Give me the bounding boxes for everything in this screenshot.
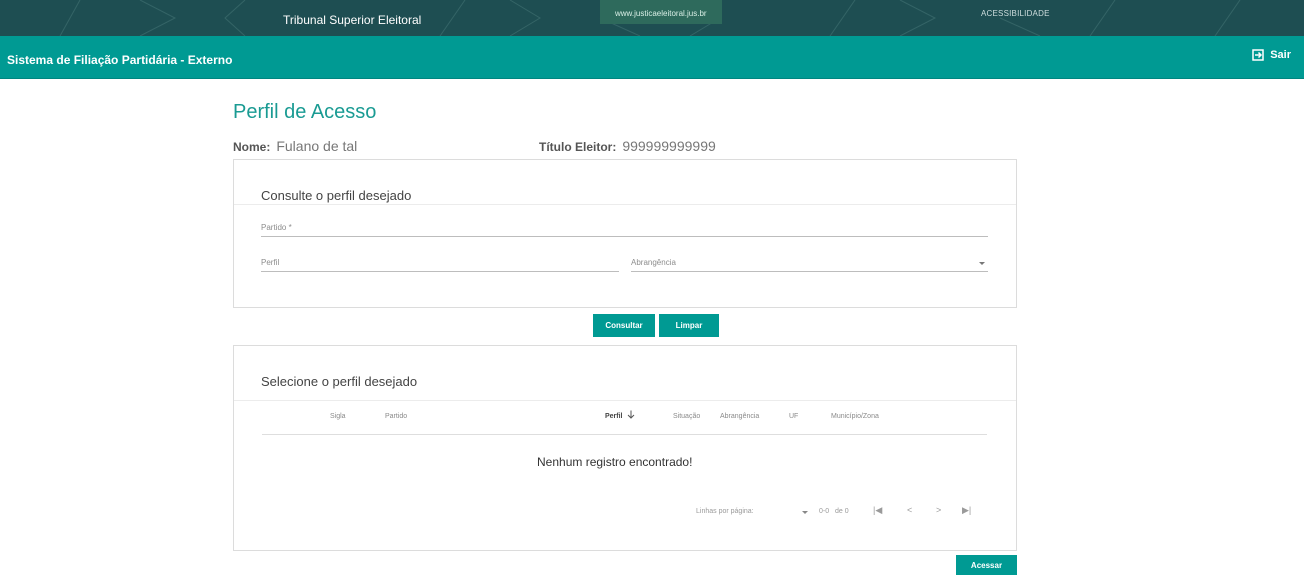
rows-per-page-select[interactable]	[802, 511, 808, 514]
user-name-row: Nome: Fulano de tal	[233, 138, 357, 154]
column-header-partido[interactable]: Partido	[385, 413, 407, 420]
results-card-divider	[234, 400, 1016, 401]
gov-title: Tribunal Superior Eleitoral	[283, 13, 422, 27]
app-header: Sistema de Filiação Partidária - Externo…	[0, 36, 1304, 79]
column-header-situacao[interactable]: Situação	[673, 413, 700, 420]
partido-label: Partido *	[261, 223, 292, 232]
perfil-label: Perfil	[261, 258, 280, 267]
justica-eleitoral-link[interactable]: www.justicaeleitoral.jus.br	[600, 0, 722, 24]
search-card-divider	[234, 204, 1016, 205]
table-header-divider	[262, 434, 987, 435]
page-title: Perfil de Acesso	[233, 101, 377, 123]
app-title: Sistema de Filiação Partidária - Externo	[7, 53, 233, 67]
empty-message: Nenhum registro encontrado!	[537, 455, 693, 469]
pagination-total: de 0	[835, 508, 849, 515]
column-header-municipio-zona[interactable]: Município/Zona	[831, 413, 879, 420]
voter-id-row: Título Eleitor: 999999999999	[539, 138, 716, 154]
logout-label: Sair	[1270, 49, 1291, 61]
search-card-heading: Consulte o perfil desejado	[261, 188, 412, 203]
logout-icon	[1252, 49, 1264, 61]
column-header-abrangencia[interactable]: Abrangência	[720, 413, 759, 420]
column-header-perfil[interactable]: Perfil	[605, 413, 623, 420]
limpar-button[interactable]: Limpar	[659, 314, 719, 337]
last-page-button[interactable]: ▶|	[962, 505, 971, 516]
voter-value: 999999999999	[622, 138, 716, 154]
gov-bar: Tribunal Superior Eleitoral www.justicae…	[0, 0, 1304, 36]
results-card: Selecione o perfil desejado	[233, 345, 1017, 551]
pagination-range: 0-0	[819, 508, 830, 515]
logout-button[interactable]: Sair	[1252, 49, 1291, 61]
acessar-button[interactable]: Acessar	[956, 555, 1017, 575]
arrow-down-icon[interactable]	[627, 410, 635, 419]
consultar-button[interactable]: Consultar	[593, 314, 655, 337]
caret-down-icon	[979, 262, 985, 265]
column-header-sigla[interactable]: Sigla	[330, 413, 346, 420]
accessibility-link[interactable]: ACESSIBILIDADE	[981, 9, 1050, 18]
perfil-field[interactable]: Perfil	[261, 252, 619, 272]
previous-page-button[interactable]: <	[907, 505, 912, 515]
voter-label: Título Eleitor:	[539, 140, 617, 154]
name-label: Nome:	[233, 140, 271, 154]
name-value: Fulano de tal	[276, 138, 358, 154]
abrangencia-label: Abrangência	[631, 258, 676, 267]
first-page-button[interactable]: |◀	[873, 505, 882, 516]
rows-per-page-label: Linhas por página:	[696, 508, 754, 515]
abrangencia-select[interactable]: Abrangência	[631, 252, 988, 272]
results-card-heading: Selecione o perfil desejado	[261, 374, 418, 389]
column-header-uf[interactable]: UF	[789, 413, 798, 420]
partido-field[interactable]: Partido *	[261, 217, 988, 237]
next-page-button[interactable]: >	[936, 505, 941, 515]
